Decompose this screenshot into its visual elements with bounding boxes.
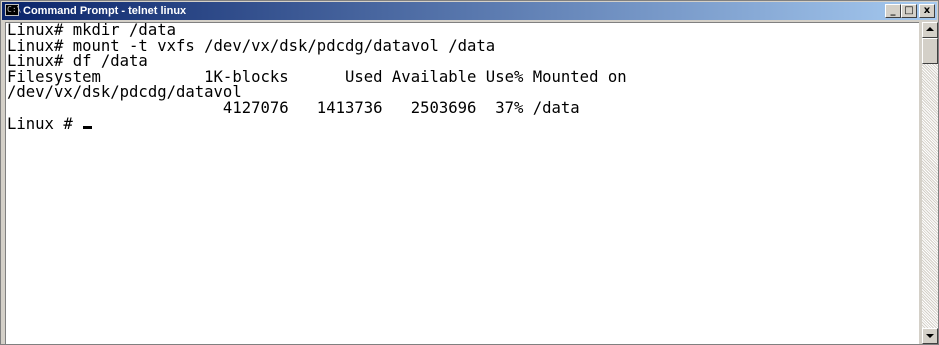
maximize-button[interactable]: □ (901, 4, 917, 18)
minimize-button[interactable]: _ (885, 4, 901, 18)
scroll-thumb[interactable] (922, 38, 938, 64)
console-icon[interactable]: C:\ (5, 4, 22, 16)
arrow-up-icon (926, 27, 934, 31)
window-title: Command Prompt - telnet linux (23, 5, 187, 17)
console-window: C:\ Command Prompt - telnet linux _ □ x … (0, 0, 939, 345)
console-output[interactable]: Linux# mkdir /data Linux# mount -t vxfs /… (5, 22, 919, 344)
console-icon-glyph: C:\ (7, 5, 22, 14)
close-button[interactable]: x (919, 4, 935, 18)
prompt-text: Linux # (7, 114, 83, 133)
console-line: 4127076 1413736 2503696 37% /data (7, 98, 580, 117)
console-text: Linux# mkdir /data Linux# mount -t vxfs /… (6, 23, 919, 132)
window-controls: _ □ x (885, 4, 935, 18)
text-cursor (83, 125, 93, 129)
prompt-line: Linux # (7, 114, 919, 133)
vertical-scrollbar[interactable] (922, 22, 938, 344)
scroll-up-button[interactable] (922, 22, 938, 38)
scroll-down-button[interactable] (922, 328, 938, 344)
title-bar[interactable]: C:\ Command Prompt - telnet linux _ □ x (2, 2, 937, 20)
arrow-down-icon (926, 334, 934, 338)
